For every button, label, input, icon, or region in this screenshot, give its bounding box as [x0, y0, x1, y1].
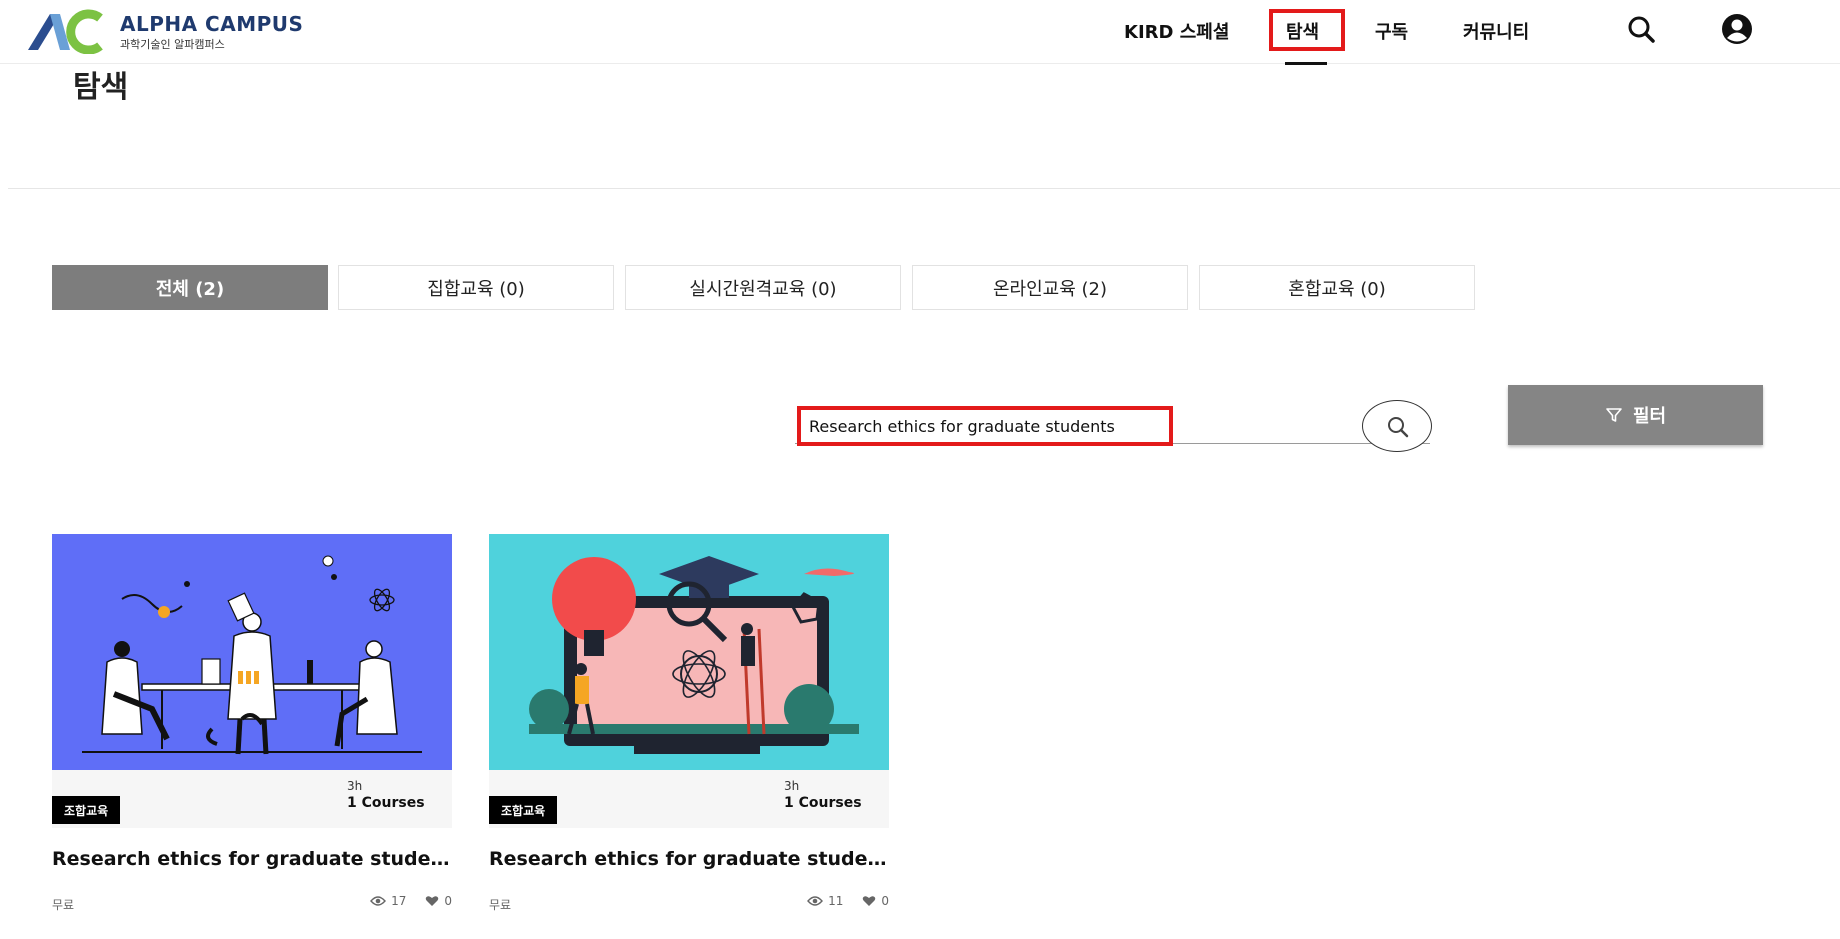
page-title: 탐색 — [73, 70, 129, 105]
view-count: 17 — [391, 894, 407, 908]
course-price: 무료 — [489, 898, 512, 912]
heart-icon — [426, 896, 439, 906]
logo-title: ALPHA CAMPUS — [120, 12, 304, 36]
nav-kird-special[interactable]: KIRD 스페셜 — [1124, 18, 1229, 44]
course-meta: 조합교육 3h 1 Courses — [52, 770, 452, 828]
course-title[interactable]: Research ethics for graduate studen… — [52, 848, 452, 870]
heart-icon — [863, 896, 876, 906]
course-count: 1 Courses — [347, 795, 425, 811]
top-navigation-bar: ALPHA CAMPUS 과학기술인 알파캠퍼스 KIRD 스페셜 탐색 구독 … — [0, 0, 1840, 65]
course-count: 1 Courses — [784, 795, 862, 811]
tab-realtime-remote[interactable]: 실시간원격교육 (0) — [625, 265, 901, 310]
tab-all[interactable]: 전체 (2) — [52, 265, 328, 310]
like-count: 0 — [444, 894, 452, 908]
nav-active-underline — [1285, 62, 1327, 65]
funnel-icon — [1606, 408, 1622, 422]
tab-blended[interactable]: 혼합교육 (0) — [1199, 265, 1475, 310]
course-duration: 3h — [784, 779, 800, 793]
tab-classroom[interactable]: 집합교육 (0) — [338, 265, 614, 310]
course-meta: 조합교육 3h 1 Courses — [489, 770, 889, 828]
nav-subscribe[interactable]: 구독 — [1375, 18, 1408, 44]
course-type-badge: 조합교육 — [489, 796, 558, 824]
course-type-badge: 조합교육 — [52, 796, 121, 824]
user-account-icon[interactable] — [1721, 13, 1753, 49]
course-thumbnail[interactable] — [52, 534, 452, 770]
logo-subtitle: 과학기술인 알파캠퍼스 — [120, 38, 225, 51]
tab-online[interactable]: 온라인교육 (2) — [912, 265, 1188, 310]
section-divider — [8, 188, 1840, 189]
course-stats: 17 0 — [370, 894, 452, 908]
nav-explore[interactable]: 탐색 — [1286, 18, 1319, 44]
nav-community[interactable]: 커뮤니티 — [1463, 18, 1529, 44]
search-submit-button[interactable] — [1362, 400, 1432, 452]
search-input[interactable] — [797, 406, 1173, 446]
course-title[interactable]: Research ethics for graduate studen… — [489, 848, 889, 870]
filter-button[interactable]: 필터 — [1508, 385, 1763, 445]
course-price: 무료 — [52, 898, 75, 912]
view-count: 11 — [828, 894, 844, 908]
alpha-campus-logo[interactable]: ALPHA CAMPUS 과학기술인 알파캠퍼스 — [26, 6, 316, 56]
search-bar — [795, 400, 1432, 452]
search-icon — [1388, 417, 1409, 438]
eye-icon — [370, 896, 387, 906]
eye-icon — [807, 896, 824, 906]
logo-mark-icon — [28, 9, 103, 54]
course-thumbnail[interactable] — [489, 534, 889, 770]
search-icon[interactable] — [1626, 14, 1656, 48]
course-stats: 11 0 — [807, 894, 889, 908]
course-duration: 3h — [347, 779, 363, 793]
filter-label: 필터 — [1632, 406, 1667, 427]
like-count: 0 — [881, 894, 889, 908]
